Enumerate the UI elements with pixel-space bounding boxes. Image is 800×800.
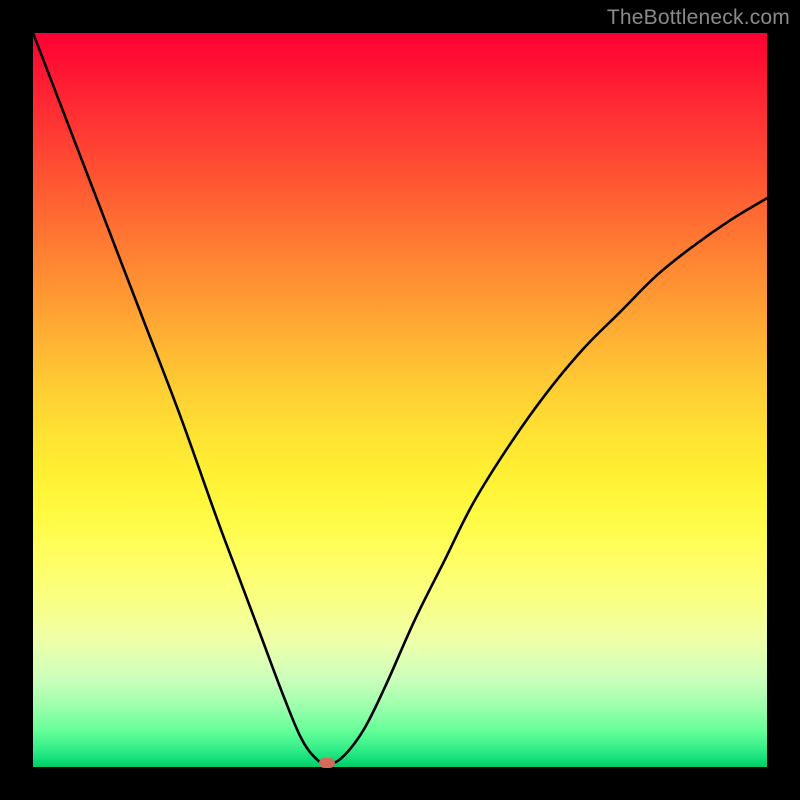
chart-frame: TheBottleneck.com: [0, 0, 800, 800]
watermark-text: TheBottleneck.com: [607, 6, 790, 30]
bottleneck-curve: [33, 33, 767, 767]
optimum-marker: [319, 758, 335, 768]
